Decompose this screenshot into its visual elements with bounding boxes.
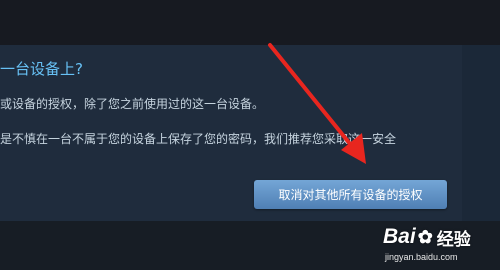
baidu-jingyan-watermark: Bai ✿ 经验 jingyan.baidu.com (383, 222, 498, 268)
dialog-text-line-1: 或设备的授权，除了您之前使用过的这一台设备。 (0, 97, 265, 111)
dialog-text-line-2: 是不慎在一台不属于您的设备上保存了您的密码，我们推荐您采取这一安全 (0, 132, 397, 146)
watermark-url: jingyan.baidu.com (385, 252, 458, 262)
dialog-heading: 一台设备上? (0, 60, 83, 78)
watermark-logo-left: Bai (383, 225, 416, 248)
paw-icon: ✿ (417, 226, 433, 247)
top-bar (0, 0, 500, 45)
deauthorize-all-devices-button[interactable]: 取消对其他所有设备的授权 (254, 180, 447, 209)
watermark-logo: Bai ✿ 经验 (383, 222, 498, 252)
watermark-logo-right: 经验 (436, 229, 471, 249)
